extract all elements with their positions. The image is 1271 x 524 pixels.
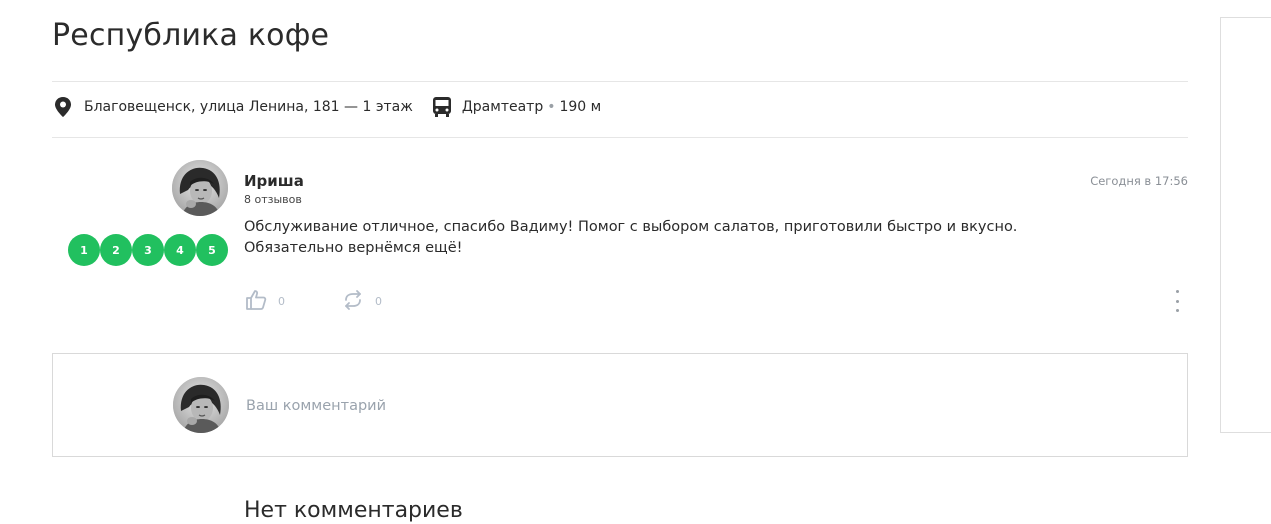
rating: 1 2 3 4 5 — [68, 234, 228, 266]
rating-point: 1 — [68, 234, 100, 266]
rating-point: 2 — [100, 234, 132, 266]
repost-button[interactable]: 0 — [341, 288, 382, 315]
divider — [52, 137, 1188, 138]
place-info: Благовещенск, улица Ленина, 181 — 1 этаж… — [52, 96, 601, 118]
separator-dot: • — [547, 99, 556, 115]
location-pin-icon — [52, 96, 74, 118]
rating-point: 3 — [132, 234, 164, 266]
review-actions: 0 0 — [244, 288, 382, 315]
repost-count: 0 — [375, 295, 382, 308]
review-text-line: Обслуживание отличное, спасибо Вадиму! П… — [244, 219, 1018, 235]
repost-icon — [341, 288, 365, 315]
no-comments-heading: Нет комментариев — [244, 498, 463, 523]
author-avatar[interactable] — [172, 160, 228, 216]
transit-distance: 190 м — [559, 99, 602, 115]
rating-point: 4 — [164, 234, 196, 266]
author-name[interactable]: Ириша — [244, 172, 304, 190]
transit-stop-name: Драмтеатр — [461, 99, 544, 115]
side-panel — [1220, 17, 1271, 433]
like-button[interactable]: 0 — [244, 288, 285, 315]
transit-stop[interactable]: Драмтеатр • 190 м — [431, 96, 601, 118]
more-vertical-icon[interactable] — [1171, 290, 1183, 312]
review-date: Сегодня в 17:56 — [1090, 174, 1188, 188]
comment-form — [52, 353, 1188, 457]
current-user-avatar — [173, 377, 229, 433]
page-title: Республика кофе — [52, 18, 330, 53]
thumbs-up-icon — [244, 288, 268, 315]
review-text-line: Обязательно вернёмся ещё! — [244, 240, 463, 256]
divider — [52, 81, 1188, 82]
rating-point: 5 — [196, 234, 228, 266]
comment-input[interactable] — [244, 392, 948, 420]
like-count: 0 — [278, 295, 285, 308]
address-text: Благовещенск, улица Ленина, 181 — 1 этаж — [84, 99, 413, 115]
bus-icon — [431, 96, 453, 118]
author-reviews-count[interactable]: 8 отзывов — [244, 193, 302, 206]
review-text: Обслуживание отличное, спасибо Вадиму! П… — [244, 217, 1144, 259]
